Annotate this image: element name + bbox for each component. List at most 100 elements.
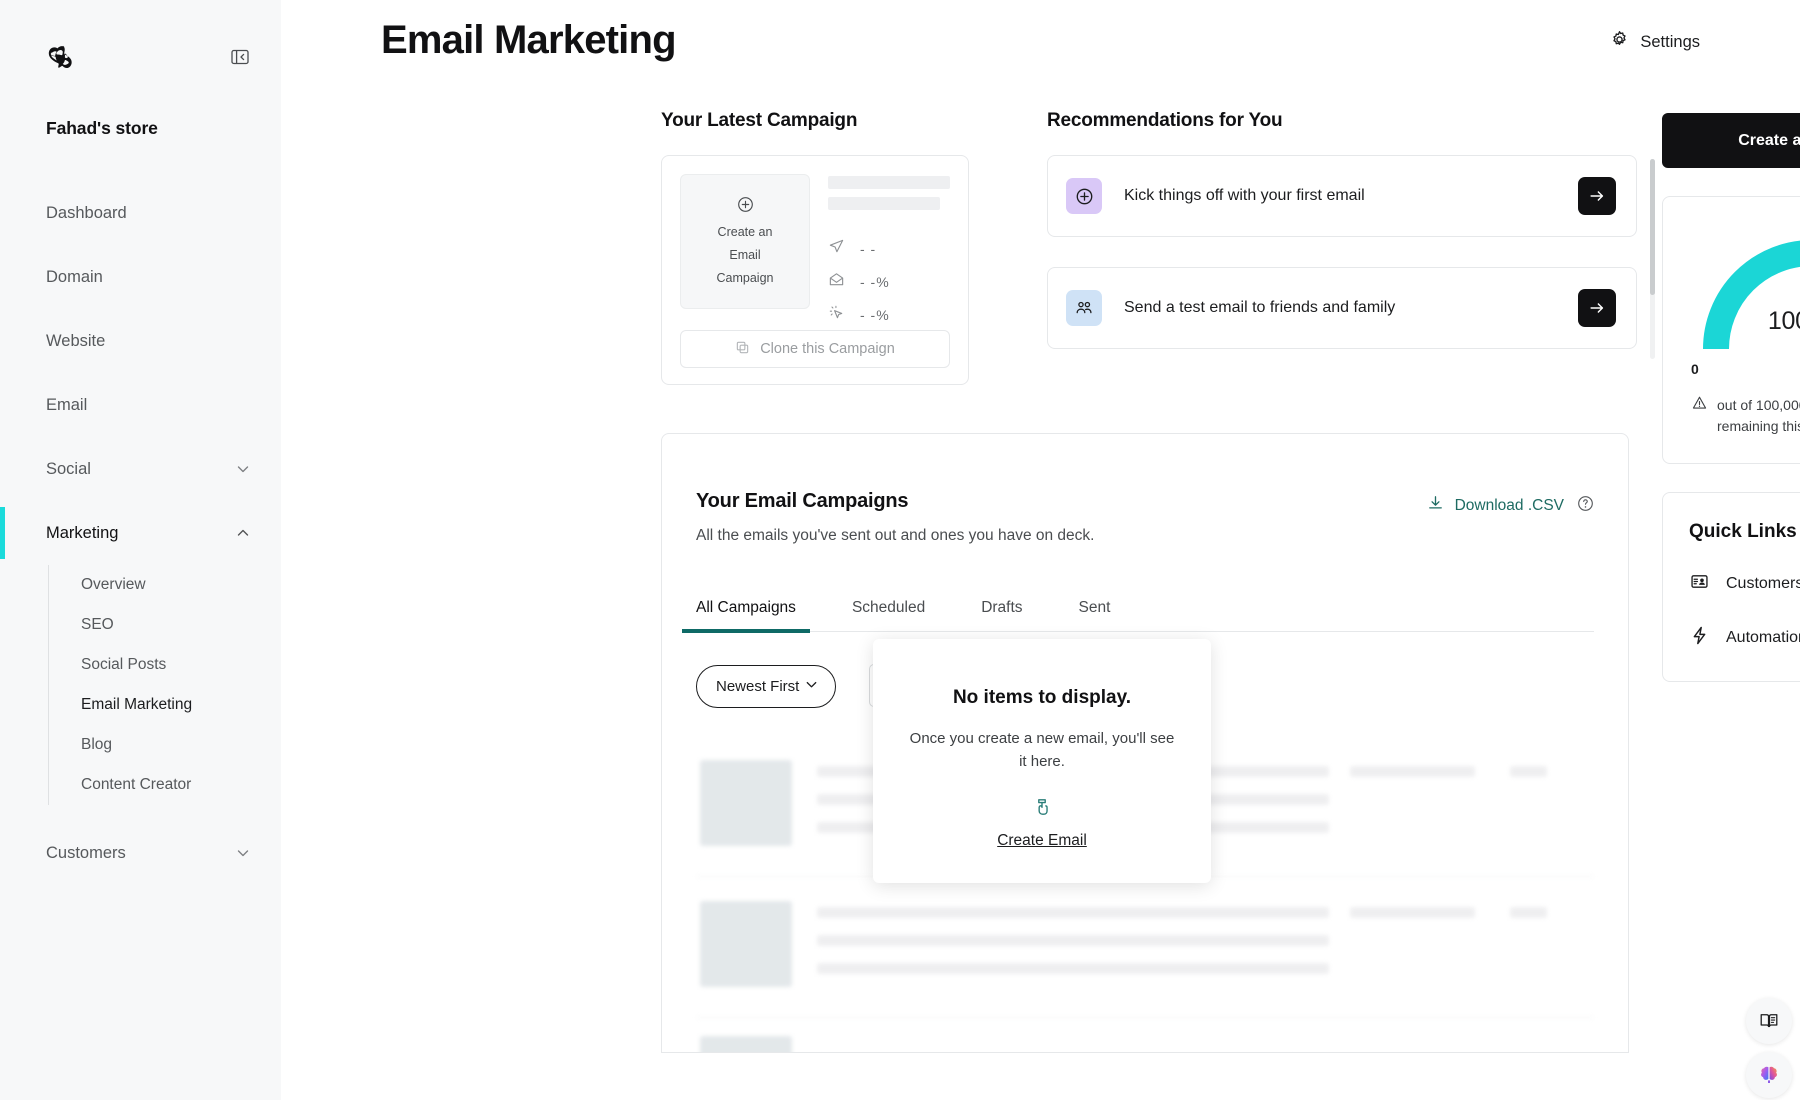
- sidebar-header: [0, 0, 281, 74]
- chevron-down-icon: [235, 845, 251, 861]
- contact-card-icon: [1689, 571, 1710, 597]
- recommendations-title: Recommendations for You: [1047, 110, 1283, 131]
- main-content: Email Marketing Settings Your Latest Cam…: [281, 0, 1800, 1100]
- create-campaign-placeholder[interactable]: Create an Email Campaign: [680, 174, 810, 309]
- sidebar-item-social-posts[interactable]: Social Posts: [49, 645, 281, 685]
- subnav-label: Content Creator: [81, 776, 192, 793]
- clone-campaign-button[interactable]: Clone this Campaign: [680, 330, 950, 368]
- recommendations-scrollbar-thumb[interactable]: [1650, 159, 1655, 295]
- tab-scheduled[interactable]: Scheduled: [852, 599, 925, 631]
- skeleton-bar: [828, 176, 950, 189]
- warning-triangle-icon: [1691, 395, 1708, 437]
- sidebar-item-dashboard[interactable]: Dashboard: [0, 181, 281, 245]
- chevron-up-icon: [235, 525, 251, 541]
- tab-all-campaigns[interactable]: All Campaigns: [682, 599, 810, 633]
- ai-brain-icon[interactable]: [1746, 1052, 1792, 1098]
- cursor-click-icon: [828, 304, 845, 326]
- skeleton-column: [1510, 901, 1590, 935]
- quick-link-customers[interactable]: Customers: [1689, 571, 1800, 597]
- credits-gauge: 100,000: [1694, 229, 1800, 357]
- tab-label: Scheduled: [851, 599, 926, 616]
- skeleton-thumbnail: [700, 1036, 792, 1052]
- stat-value: - -: [860, 240, 877, 257]
- panel-collapse-icon[interactable]: [229, 46, 251, 68]
- campaigns-header: Your Email Campaigns All the emails you'…: [696, 490, 1594, 545]
- recommendation-text: Kick things off with your first email: [1124, 187, 1365, 204]
- sidebar-item-label: Customers: [46, 843, 126, 862]
- subnav-label: Blog: [81, 736, 113, 753]
- sidebar-item-marketing[interactable]: Marketing: [0, 501, 281, 565]
- sidebar: Fahad's store Dashboard Domain Website E…: [0, 0, 281, 1100]
- godaddy-logo[interactable]: [44, 40, 78, 74]
- stat-value: - -%: [860, 306, 890, 323]
- sidebar-item-seo[interactable]: SEO: [49, 605, 281, 645]
- empty-state-message: Once you create a new email, you'll see …: [909, 730, 1175, 771]
- create-new-email-button[interactable]: Create a New Email: [1662, 113, 1800, 168]
- campaign-tabs: All Campaigns Scheduled Drafts Sent: [682, 599, 1594, 633]
- lightning-bolt-icon: [1689, 625, 1710, 651]
- quick-links-title: Quick Links: [1689, 521, 1797, 542]
- sort-dropdown[interactable]: Newest First: [696, 664, 836, 708]
- settings-button[interactable]: Settings: [1610, 30, 1700, 54]
- right-rail: Create a New Email 100,000 0 100K: [1662, 113, 1800, 682]
- send-icon: [828, 238, 845, 260]
- download-csv-button[interactable]: Download .CSV: [1426, 494, 1594, 518]
- quick-links-card: Quick Links Customers Automatio: [1662, 492, 1800, 682]
- subnav-label: Email Marketing: [81, 696, 193, 713]
- sidebar-item-email[interactable]: Email: [0, 373, 281, 437]
- table-row: [696, 877, 1594, 1018]
- sidebar-nav: Dashboard Domain Website Email Social Ma…: [0, 181, 281, 885]
- arrow-right-icon[interactable]: [1578, 177, 1616, 215]
- page-title: Email Marketing: [381, 18, 677, 62]
- arrow-right-icon[interactable]: [1578, 289, 1616, 327]
- quick-link-label: Automations: [1726, 629, 1800, 646]
- tab-drafts[interactable]: Drafts: [981, 599, 1022, 631]
- question-circle-icon[interactable]: [1577, 495, 1594, 517]
- subnav-label: Overview: [81, 576, 146, 593]
- skeleton-bar: [828, 197, 941, 210]
- sidebar-item-label: Domain: [46, 267, 103, 286]
- quick-link-automations[interactable]: Automations: [1689, 625, 1800, 651]
- sidebar-item-email-marketing[interactable]: Email Marketing: [49, 685, 281, 725]
- sidebar-item-blog[interactable]: Blog: [49, 725, 281, 765]
- sort-value: Newest First: [716, 677, 800, 695]
- recommendation-item[interactable]: Send a test email to friends and family: [1047, 267, 1637, 349]
- stat-click-rate: - -%: [828, 298, 950, 331]
- sidebar-item-domain[interactable]: Domain: [0, 245, 281, 309]
- content-area: Your Latest Campaign Create an Email Cam…: [661, 110, 1655, 1053]
- skeleton-column: [1510, 760, 1590, 794]
- sidebar-item-overview[interactable]: Overview: [49, 565, 281, 605]
- skeleton-thumbnail: [700, 760, 792, 846]
- store-name: Fahad's store: [46, 118, 158, 138]
- placeholder-line-3: Campaign: [716, 270, 774, 285]
- placeholder-line-2: Email: [729, 248, 761, 263]
- settings-label: Settings: [1640, 32, 1700, 51]
- credits-value: 100,000: [1767, 307, 1800, 335]
- latest-campaign-section: Your Latest Campaign Create an Email Cam…: [661, 110, 969, 385]
- gauge-min-label: 0: [1691, 361, 1699, 377]
- campaigns-subtitle: All the emails you've sent out and ones …: [696, 527, 1095, 544]
- chevron-down-icon: [235, 461, 251, 477]
- chevron-down-icon: [804, 677, 819, 696]
- app-root: Fahad's store Dashboard Domain Website E…: [0, 0, 1800, 1100]
- guide-book-icon[interactable]: [1746, 998, 1792, 1044]
- tab-sent[interactable]: Sent: [1079, 599, 1111, 631]
- click-cursor-icon: [1031, 796, 1053, 823]
- sidebar-item-content-creator[interactable]: Content Creator: [49, 765, 281, 805]
- plus-circle-icon: [737, 196, 754, 218]
- stat-open-rate: - -%: [828, 265, 950, 298]
- recommendation-item[interactable]: Kick things off with your first email: [1047, 155, 1637, 237]
- plus-circle-icon: [1066, 178, 1102, 214]
- tab-label: Drafts: [981, 599, 1023, 616]
- empty-state-modal: No items to display. Once you create a n…: [873, 639, 1211, 883]
- top-row: Your Latest Campaign Create an Email Cam…: [661, 110, 1655, 385]
- create-email-link[interactable]: Create Email: [997, 832, 1087, 850]
- sidebar-item-social[interactable]: Social: [0, 437, 281, 501]
- envelope-open-icon: [828, 271, 845, 293]
- gauge-scale: 0 100K: [1691, 361, 1800, 377]
- subnav-label: Social Posts: [81, 656, 167, 673]
- sidebar-item-website[interactable]: Website: [0, 309, 281, 373]
- latest-campaign-title: Your Latest Campaign: [661, 110, 858, 131]
- recommendations-section: Recommendations for You Kick things off …: [1047, 110, 1655, 385]
- sidebar-item-customers[interactable]: Customers: [0, 821, 281, 885]
